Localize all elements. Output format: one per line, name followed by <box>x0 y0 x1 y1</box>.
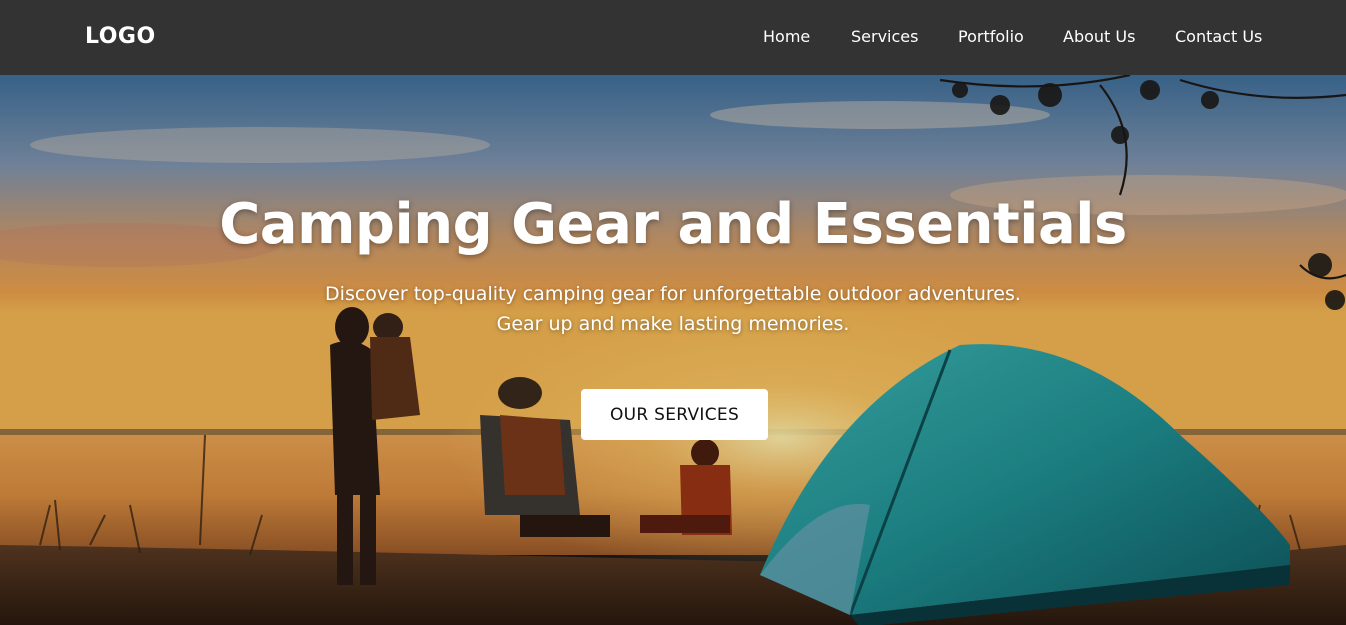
main-nav: Home Services Portfolio About Us Contact… <box>0 0 1346 75</box>
nav-link-home[interactable]: Home <box>763 27 810 46</box>
hero-title: Camping Gear and Essentials <box>219 192 1127 257</box>
nav-link-about-us[interactable]: About Us <box>1063 27 1135 46</box>
nav-link-portfolio[interactable]: Portfolio <box>958 27 1024 46</box>
nav-link-contact-us[interactable]: Contact Us <box>1175 27 1262 46</box>
hero-subtitle-line-1: Discover top-quality camping gear for un… <box>325 283 1021 305</box>
hero-subtitle-line-2: Gear up and make lasting memories. <box>496 313 850 335</box>
hero-section: Camping Gear and Essentials Discover top… <box>0 75 1346 625</box>
nav-link-services[interactable]: Services <box>851 27 918 46</box>
top-navbar: LOGO Home Services Portfolio About Us Co… <box>0 0 1346 75</box>
our-services-button[interactable]: OUR SERVICES <box>581 389 768 440</box>
hero-overlay <box>0 75 1346 625</box>
